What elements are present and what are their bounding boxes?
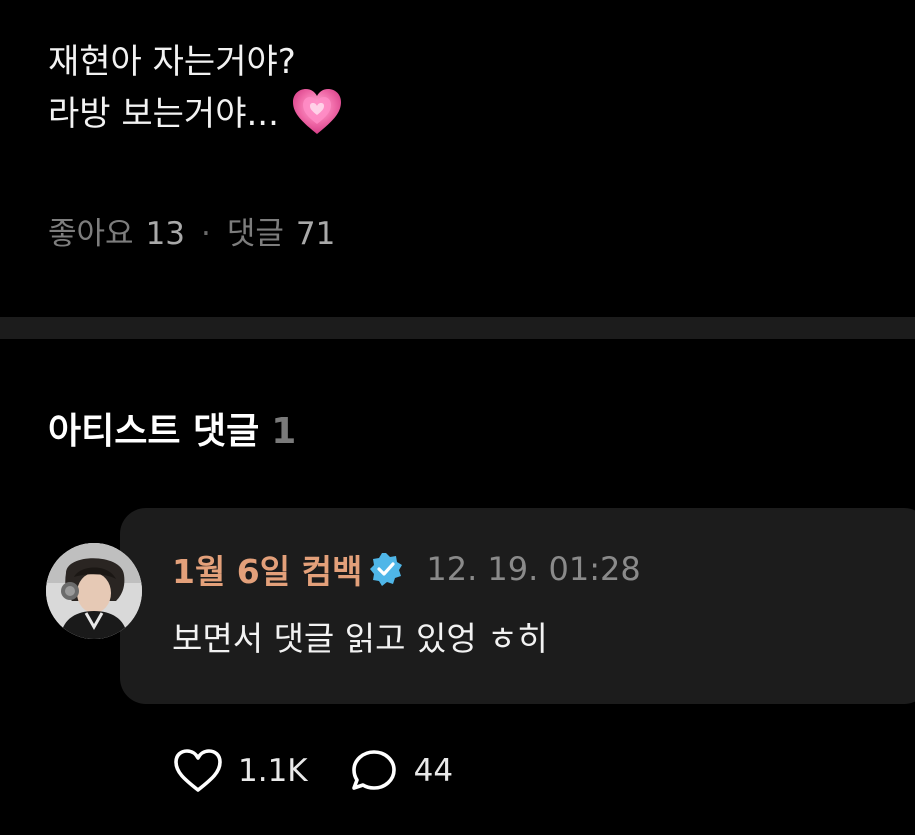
growing-heart-emoji [291,87,343,137]
post-line-2: 라방 보는거야... [48,88,343,141]
post-line-2-text: 라방 보는거야... [48,94,279,134]
like-count: 1.1K [238,753,308,789]
artist-comments-title: 아티스트 댓글 [48,411,260,452]
likes-count[interactable]: 13 [146,216,185,252]
comments-count[interactable]: 71 [296,216,335,252]
comment-author[interactable]: 1월 6일 컴백 [172,545,362,593]
comments-label[interactable]: 댓글 [227,216,284,252]
comment-text: 보면서 댓글 읽고 있엉 ㅎ히 [172,619,548,658]
stats-separator: · [201,216,211,252]
comment-timestamp: 12. 19. 01:28 [426,550,641,588]
section-divider [0,317,915,339]
post-stats: 좋아요 13 · 댓글 71 [48,212,335,256]
heart-icon[interactable] [172,746,224,796]
comment-actions: 1.1K 44 [172,746,453,796]
comment-header: 1월 6일 컴백 12. 19. 01:28 [172,544,641,594]
artist-comments-heading: 아티스트 댓글 1 [48,406,296,458]
verified-badge-icon [368,551,404,587]
post-body: 재현아 자는거야? 라방 보는거야... [48,36,343,141]
reply-group: 44 [348,746,453,796]
likes-label[interactable]: 좋아요 [48,216,134,252]
avatar[interactable] [46,543,142,639]
post-line-1: 재현아 자는거야? [48,42,296,82]
reply-count: 44 [413,753,454,789]
comment-bubble-icon[interactable] [348,746,400,796]
artist-comments-count: 1 [271,411,297,452]
comment-bubble [120,508,915,704]
